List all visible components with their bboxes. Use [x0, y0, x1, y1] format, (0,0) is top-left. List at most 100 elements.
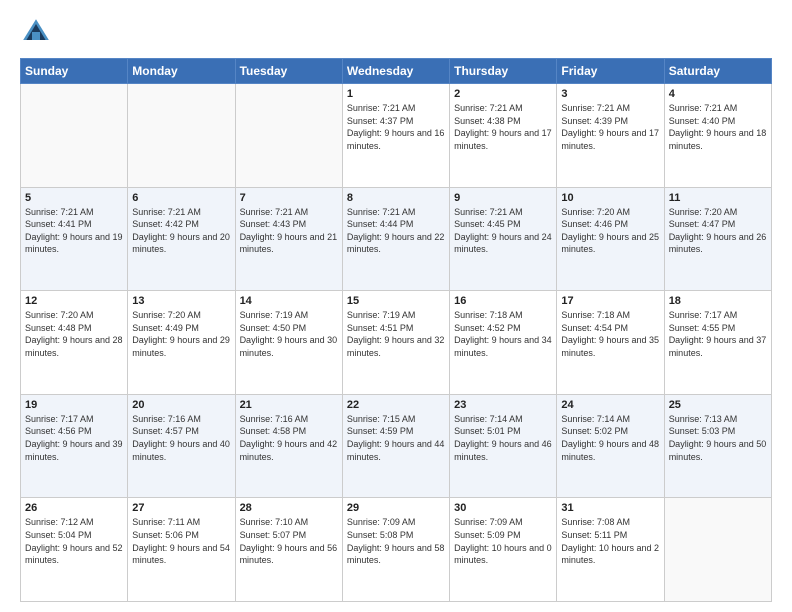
weekday-header-cell: Saturday	[664, 59, 771, 84]
day-number: 16	[454, 295, 552, 307]
day-info: Sunrise: 7:17 AM Sunset: 4:55 PM Dayligh…	[669, 309, 767, 359]
day-info: Sunrise: 7:21 AM Sunset: 4:39 PM Dayligh…	[561, 102, 659, 152]
day-number: 30	[454, 502, 552, 514]
calendar-week-row: 5 Sunrise: 7:21 AM Sunset: 4:41 PM Daylig…	[21, 187, 772, 291]
day-info: Sunrise: 7:18 AM Sunset: 4:52 PM Dayligh…	[454, 309, 552, 359]
calendar-cell: 9Sunrise: 7:21 AM Sunset: 4:45 PM Daylig…	[450, 187, 557, 291]
day-number: 13	[132, 295, 230, 307]
day-number: 14	[240, 295, 338, 307]
calendar-cell: 4 Sunrise: 7:21 AM Sunset: 4:40 PM Daylig…	[664, 84, 771, 188]
day-info: Sunrise: 7:20 AM Sunset: 4:47 PM Dayligh…	[669, 206, 767, 256]
day-info: Sunrise: 7:17 AM Sunset: 4:56 PM Dayligh…	[25, 413, 123, 463]
day-info: Sunrise: 7:09 AM Sunset: 5:08 PM Dayligh…	[347, 516, 445, 566]
calendar-cell: 15 Sunrise: 7:19 AM Sunset: 4:51 PM Dayli…	[342, 291, 449, 395]
calendar-cell: 8Sunrise: 7:21 AM Sunset: 4:44 PM Daylig…	[342, 187, 449, 291]
calendar-cell: 30 Sunrise: 7:09 AM Sunset: 5:09 PM Dayli…	[450, 498, 557, 602]
day-info: Sunrise: 7:21 AM Sunset: 4:45 PM Dayligh…	[454, 206, 552, 256]
weekday-header-cell: Sunday	[21, 59, 128, 84]
calendar-cell: 24 Sunrise: 7:14 AM Sunset: 5:02 PM Dayli…	[557, 394, 664, 498]
day-number: 1	[347, 88, 445, 100]
calendar-cell: 28 Sunrise: 7:10 AM Sunset: 5:07 PM Dayli…	[235, 498, 342, 602]
header	[20, 16, 772, 48]
day-info: Sunrise: 7:16 AM Sunset: 4:57 PM Dayligh…	[132, 413, 230, 463]
calendar-cell: 20 Sunrise: 7:16 AM Sunset: 4:57 PM Dayli…	[128, 394, 235, 498]
calendar-table: SundayMondayTuesdayWednesdayThursdayFrid…	[20, 58, 772, 602]
calendar-cell: 23Sunrise: 7:14 AM Sunset: 5:01 PM Dayli…	[450, 394, 557, 498]
day-info: Sunrise: 7:08 AM Sunset: 5:11 PM Dayligh…	[561, 516, 659, 566]
calendar-cell	[664, 498, 771, 602]
day-number: 27	[132, 502, 230, 514]
calendar-week-row: 19 Sunrise: 7:17 AM Sunset: 4:56 PM Dayli…	[21, 394, 772, 498]
day-info: Sunrise: 7:18 AM Sunset: 4:54 PM Dayligh…	[561, 309, 659, 359]
day-info: Sunrise: 7:21 AM Sunset: 4:43 PM Dayligh…	[240, 206, 338, 256]
calendar-header-row: SundayMondayTuesdayWednesdayThursdayFrid…	[21, 59, 772, 84]
calendar-cell: 16 Sunrise: 7:18 AM Sunset: 4:52 PM Dayli…	[450, 291, 557, 395]
day-info: Sunrise: 7:11 AM Sunset: 5:06 PM Dayligh…	[132, 516, 230, 566]
day-info: Sunrise: 7:16 AM Sunset: 4:58 PM Dayligh…	[240, 413, 338, 463]
day-number: 31	[561, 502, 659, 514]
day-number: 2	[454, 88, 552, 100]
day-info: Sunrise: 7:10 AM Sunset: 5:07 PM Dayligh…	[240, 516, 338, 566]
calendar-cell: 3 Sunrise: 7:21 AM Sunset: 4:39 PM Daylig…	[557, 84, 664, 188]
day-number: 18	[669, 295, 767, 307]
day-info: Sunrise: 7:21 AM Sunset: 4:40 PM Dayligh…	[669, 102, 767, 152]
logo-icon	[20, 16, 52, 48]
calendar-week-row: 26Sunrise: 7:12 AM Sunset: 5:04 PM Dayli…	[21, 498, 772, 602]
calendar-cell	[21, 84, 128, 188]
calendar-cell: 1 Sunrise: 7:21 AM Sunset: 4:37 PM Daylig…	[342, 84, 449, 188]
day-info: Sunrise: 7:14 AM Sunset: 5:02 PM Dayligh…	[561, 413, 659, 463]
calendar-week-row: 1 Sunrise: 7:21 AM Sunset: 4:37 PM Daylig…	[21, 84, 772, 188]
calendar-body: 1 Sunrise: 7:21 AM Sunset: 4:37 PM Daylig…	[21, 84, 772, 602]
calendar-cell: 25 Sunrise: 7:13 AM Sunset: 5:03 PM Dayli…	[664, 394, 771, 498]
calendar-cell: 27 Sunrise: 7:11 AM Sunset: 5:06 PM Dayli…	[128, 498, 235, 602]
day-info: Sunrise: 7:20 AM Sunset: 4:48 PM Dayligh…	[25, 309, 123, 359]
day-info: Sunrise: 7:21 AM Sunset: 4:41 PM Dayligh…	[25, 206, 123, 256]
day-info: Sunrise: 7:19 AM Sunset: 4:50 PM Dayligh…	[240, 309, 338, 359]
calendar-cell: 14 Sunrise: 7:19 AM Sunset: 4:50 PM Dayli…	[235, 291, 342, 395]
day-number: 19	[25, 399, 123, 411]
page: SundayMondayTuesdayWednesdayThursdayFrid…	[0, 0, 792, 612]
day-info: Sunrise: 7:21 AM Sunset: 4:42 PM Dayligh…	[132, 206, 230, 256]
day-number: 21	[240, 399, 338, 411]
day-number: 8	[347, 192, 445, 204]
day-number: 11	[669, 192, 767, 204]
day-info: Sunrise: 7:21 AM Sunset: 4:37 PM Dayligh…	[347, 102, 445, 152]
calendar-cell: 19 Sunrise: 7:17 AM Sunset: 4:56 PM Dayli…	[21, 394, 128, 498]
logo	[20, 16, 58, 48]
day-info: Sunrise: 7:13 AM Sunset: 5:03 PM Dayligh…	[669, 413, 767, 463]
day-number: 20	[132, 399, 230, 411]
calendar-cell: 5 Sunrise: 7:21 AM Sunset: 4:41 PM Daylig…	[21, 187, 128, 291]
calendar-cell: 12Sunrise: 7:20 AM Sunset: 4:48 PM Dayli…	[21, 291, 128, 395]
calendar-cell: 7 Sunrise: 7:21 AM Sunset: 4:43 PM Daylig…	[235, 187, 342, 291]
weekday-header-cell: Monday	[128, 59, 235, 84]
calendar-cell	[128, 84, 235, 188]
day-number: 5	[25, 192, 123, 204]
day-number: 15	[347, 295, 445, 307]
day-number: 7	[240, 192, 338, 204]
calendar-cell	[235, 84, 342, 188]
day-number: 24	[561, 399, 659, 411]
calendar-cell: 6 Sunrise: 7:21 AM Sunset: 4:42 PM Daylig…	[128, 187, 235, 291]
calendar-cell: 10 Sunrise: 7:20 AM Sunset: 4:46 PM Dayli…	[557, 187, 664, 291]
day-info: Sunrise: 7:20 AM Sunset: 4:46 PM Dayligh…	[561, 206, 659, 256]
weekday-header-cell: Tuesday	[235, 59, 342, 84]
day-number: 3	[561, 88, 659, 100]
day-number: 10	[561, 192, 659, 204]
weekday-header-cell: Friday	[557, 59, 664, 84]
day-number: 22	[347, 399, 445, 411]
day-number: 17	[561, 295, 659, 307]
calendar-cell: 21 Sunrise: 7:16 AM Sunset: 4:58 PM Dayli…	[235, 394, 342, 498]
day-number: 4	[669, 88, 767, 100]
calendar-cell: 26Sunrise: 7:12 AM Sunset: 5:04 PM Dayli…	[21, 498, 128, 602]
day-info: Sunrise: 7:19 AM Sunset: 4:51 PM Dayligh…	[347, 309, 445, 359]
calendar-cell: 11 Sunrise: 7:20 AM Sunset: 4:47 PM Dayli…	[664, 187, 771, 291]
calendar-cell: 22 Sunrise: 7:15 AM Sunset: 4:59 PM Dayli…	[342, 394, 449, 498]
calendar-cell: 2Sunrise: 7:21 AM Sunset: 4:38 PM Daylig…	[450, 84, 557, 188]
day-number: 6	[132, 192, 230, 204]
day-number: 28	[240, 502, 338, 514]
day-number: 25	[669, 399, 767, 411]
day-info: Sunrise: 7:15 AM Sunset: 4:59 PM Dayligh…	[347, 413, 445, 463]
calendar-cell: 29Sunrise: 7:09 AM Sunset: 5:08 PM Dayli…	[342, 498, 449, 602]
day-info: Sunrise: 7:09 AM Sunset: 5:09 PM Dayligh…	[454, 516, 552, 566]
day-number: 26	[25, 502, 123, 514]
